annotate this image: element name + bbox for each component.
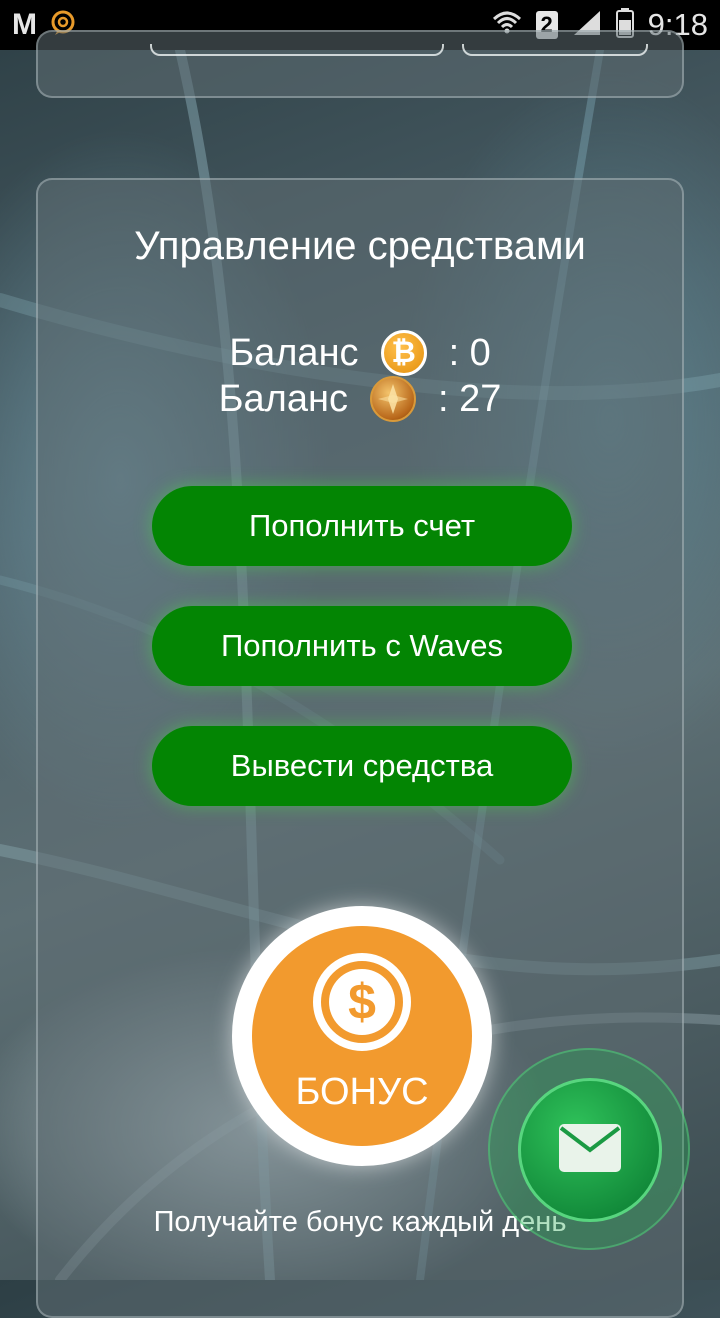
balance-token-row: Баланс : 27 xyxy=(38,376,682,422)
withdraw-button[interactable]: Вывести средства xyxy=(152,726,572,806)
bonus-button-face[interactable]: $ БОНУС xyxy=(252,926,472,1146)
dollar-coin-icon: $ xyxy=(312,952,412,1057)
gmail-icon: M xyxy=(12,8,37,41)
previous-panel xyxy=(36,30,684,98)
svg-text:$: $ xyxy=(348,974,376,1030)
message-fab[interactable] xyxy=(518,1078,662,1222)
balance-token-value: : 27 xyxy=(437,377,502,420)
balance-btc-row: Баланс ₿ : 0 xyxy=(38,330,682,376)
top-up-button[interactable]: Пополнить счет xyxy=(152,486,572,566)
envelope-icon xyxy=(559,1123,621,1177)
bitcoin-icon: ₿ xyxy=(380,330,427,376)
previous-panel-button-right[interactable] xyxy=(462,44,648,56)
top-up-waves-button[interactable]: Пополнить с Waves xyxy=(152,606,572,686)
funds-title: Управление средствами xyxy=(134,224,586,268)
balance-btc-label: Баланс xyxy=(229,331,359,374)
balance-btc-value: : 0 xyxy=(448,331,491,374)
previous-panel-button-left[interactable] xyxy=(150,44,444,56)
token-coin-icon xyxy=(369,376,416,422)
bonus-label: БОНУС xyxy=(295,1071,429,1113)
balance-token-label: Баланс xyxy=(218,377,348,420)
bonus-button[interactable]: $ БОНУС xyxy=(232,906,492,1166)
